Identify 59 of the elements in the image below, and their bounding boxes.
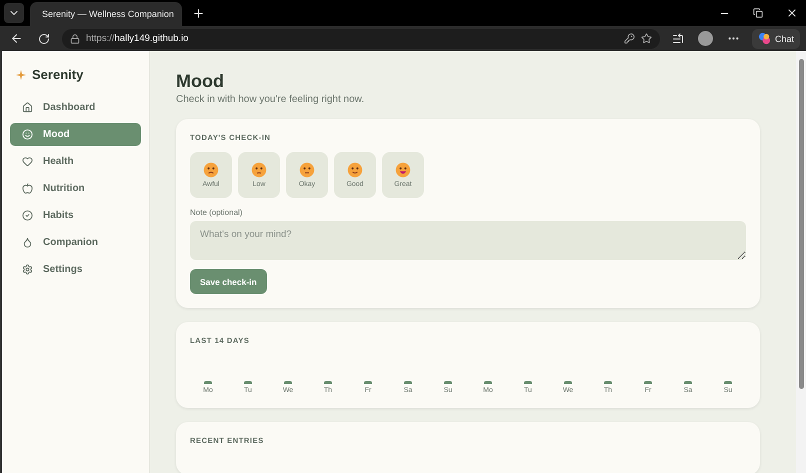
apple-icon (22, 183, 33, 194)
nav-item[interactable]: Nutrition (10, 177, 141, 200)
droplet-icon (22, 237, 33, 248)
lock-icon (70, 34, 80, 44)
mood-bar (444, 381, 452, 384)
scrollbar[interactable] (796, 51, 806, 473)
mood-bar (564, 381, 572, 384)
nav-item[interactable]: Health (10, 150, 141, 173)
note-field[interactable]: What's on your mind? (190, 221, 746, 260)
mood-bar (324, 381, 332, 384)
page-subtitle: Check in with how you're feeling right now. (176, 94, 366, 105)
save-button[interactable]: Save check-in (190, 269, 267, 294)
close-icon (786, 7, 798, 19)
restore-icon (753, 8, 763, 18)
mood-bar (684, 381, 692, 384)
smiley-icon (22, 129, 33, 140)
mood-bar (724, 381, 732, 384)
key-icon[interactable] (624, 33, 635, 44)
mood-bar (484, 381, 492, 384)
nav-item[interactable]: Habits (10, 204, 141, 227)
address-bar[interactable]: https://hally149.github.io (62, 28, 660, 48)
browser-tab[interactable]: Serenity — Wellness Companion (30, 2, 182, 26)
nav-item[interactable]: Mood (10, 123, 141, 146)
url-text: https://hally149.github.io (86, 33, 188, 44)
sparkle-icon (16, 70, 26, 80)
reload-icon (38, 32, 50, 44)
mood-bar (204, 381, 212, 384)
mood-bar (364, 381, 372, 384)
chat-button[interactable]: Chat (752, 28, 800, 48)
mood-bar (604, 381, 612, 384)
plus-icon (192, 6, 204, 20)
awful-face-icon (203, 162, 219, 178)
note-label: Note (optional) (190, 208, 244, 217)
mood-bar (244, 381, 252, 384)
favorites-list-icon (672, 32, 684, 44)
heart-icon (22, 156, 33, 167)
brand-name: Serenity (32, 67, 84, 82)
good-face-icon (347, 162, 363, 178)
back-arrow-icon (10, 32, 22, 45)
mood-bar (524, 381, 532, 384)
nav-item[interactable]: Companion (10, 231, 141, 254)
okay-face-icon (299, 162, 315, 178)
scrollbar-thumb[interactable] (798, 59, 804, 389)
low-face-icon (251, 162, 267, 178)
tab-list-button[interactable] (4, 3, 24, 23)
great-face-icon (395, 162, 411, 178)
avatar-icon (698, 31, 714, 46)
nav-item[interactable]: Dashboard (10, 96, 141, 119)
mood-bar (404, 381, 412, 384)
mood-bar (284, 381, 292, 384)
star-icon[interactable] (640, 33, 652, 44)
home-icon (22, 102, 33, 113)
mood-bar (644, 381, 652, 384)
tab-title: Serenity — Wellness Companion (42, 9, 174, 19)
check-circle-icon (22, 210, 33, 221)
page-title: Mood (176, 71, 225, 92)
swirl-logo-icon (758, 32, 771, 45)
settings-icon (22, 264, 33, 275)
nav-item[interactable]: Settings (10, 258, 141, 281)
